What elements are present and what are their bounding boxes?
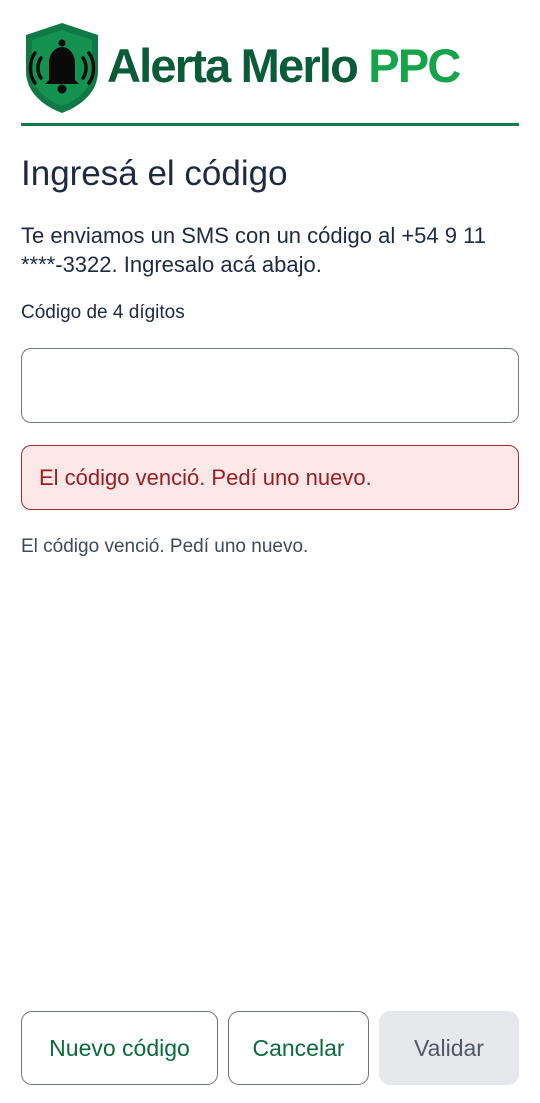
brand-name: Alerta Merlo PPC (107, 36, 461, 96)
app-header: Alerta Merlo PPC (21, 18, 519, 126)
cancel-button[interactable]: Cancelar (228, 1011, 369, 1085)
brand-name-main: Alerta Merlo (107, 39, 369, 92)
sms-instructions: Te enviamos un SMS con un código al +54 … (21, 223, 486, 277)
new-code-button[interactable]: Nuevo código (21, 1011, 218, 1085)
error-alert: El código venció. Pedí uno nuevo. (21, 445, 519, 510)
verification-screen: Alerta Merlo PPC Ingresá el código Te en… (0, 0, 540, 1103)
validate-button[interactable]: Validar (379, 1011, 519, 1085)
shield-bell-icon (26, 23, 98, 113)
code-field-label: Código de 4 dígitos (21, 302, 185, 323)
code-input[interactable] (21, 348, 519, 423)
error-helper-text: El código venció. Pedí uno nuevo. (21, 536, 309, 557)
brand-name-accent: PPC (368, 39, 461, 92)
page-title: Ingresá el código (21, 154, 288, 193)
